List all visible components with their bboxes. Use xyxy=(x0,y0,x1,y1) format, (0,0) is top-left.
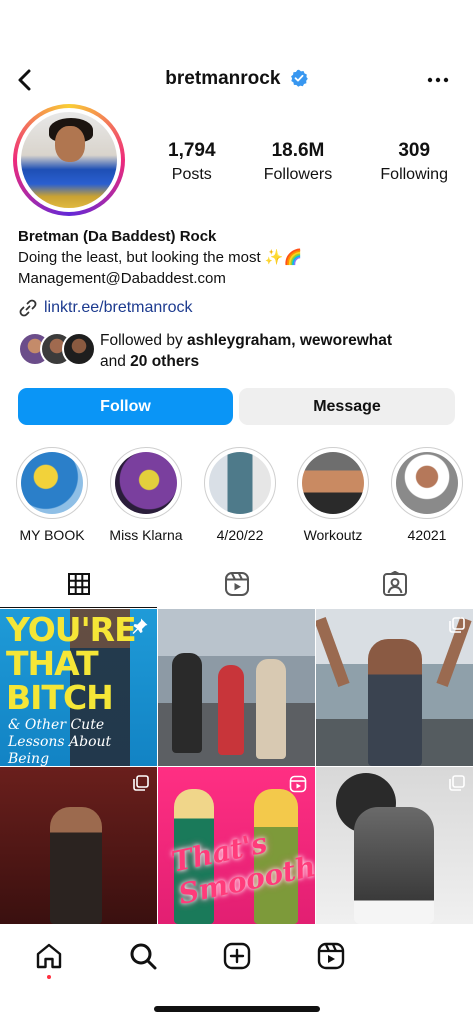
highlight-label: 42021 xyxy=(407,527,447,543)
follow-button[interactable]: Follow xyxy=(18,388,233,425)
post-thumbnail-6[interactable] xyxy=(316,767,473,924)
bio-line-2: Management@Dabaddest.com xyxy=(18,270,226,287)
profile-stats: 1,794 Posts 18.6M Followers 309 Followin… xyxy=(168,140,448,184)
profile-bio: Bretman (Da Baddest) Rock Doing the leas… xyxy=(18,226,458,289)
tab-posts-grid[interactable] xyxy=(0,560,157,608)
reels-icon xyxy=(317,942,345,970)
notification-dot xyxy=(47,975,51,979)
highlight-label: Workoutz xyxy=(303,527,363,543)
followers-label: Followers xyxy=(263,166,333,183)
post-figure xyxy=(256,659,286,759)
following-count: 309 xyxy=(398,140,431,161)
highlight-thumbnail xyxy=(302,452,364,514)
posts-label: Posts xyxy=(171,166,212,183)
profile-avatar xyxy=(21,112,117,208)
followed-by-users: ashleygraham, weworewhat xyxy=(187,332,393,349)
highlight-thumbnail xyxy=(115,452,177,514)
followers-stat[interactable]: 18.6M Followers xyxy=(264,140,332,184)
post-thumbnail-5[interactable]: That's Smoooth xyxy=(158,767,315,924)
highlight-ring xyxy=(204,447,276,519)
carousel-post-icon xyxy=(449,617,465,633)
tab-tagged[interactable] xyxy=(316,560,473,608)
nav-create[interactable] xyxy=(222,941,252,971)
reels-icon xyxy=(224,572,249,596)
grid-icon xyxy=(67,573,90,595)
highlight-thumbnail xyxy=(396,452,458,514)
highlight-thumbnail xyxy=(21,452,83,514)
post-thumbnail-2[interactable] xyxy=(158,609,315,766)
post-thumbnail-4[interactable] xyxy=(0,767,157,924)
pinned-post-icon xyxy=(132,618,148,634)
followed-by-and: and xyxy=(100,353,131,370)
highlight-thumbnail xyxy=(209,452,271,514)
more-options-button[interactable] xyxy=(425,68,451,92)
highlight-4-20-22[interactable]: 4/20/22 xyxy=(194,447,286,543)
verified-badge-icon xyxy=(290,69,308,87)
post-figure-arm xyxy=(316,617,350,687)
following-label: Following xyxy=(380,166,448,183)
profile-tabs xyxy=(0,560,473,608)
tagged-icon xyxy=(382,571,407,596)
active-tab-indicator xyxy=(0,606,157,608)
following-stat[interactable]: 309 Following xyxy=(380,140,448,184)
posts-stat[interactable]: 1,794 Posts xyxy=(168,140,216,184)
highlight-ring xyxy=(16,447,88,519)
highlight-my-book[interactable]: MY BOOK xyxy=(6,447,98,543)
post-figure xyxy=(354,807,434,924)
highlight-ring xyxy=(110,447,182,519)
followers-count: 18.6M xyxy=(271,140,325,161)
tab-reels[interactable] xyxy=(158,560,315,608)
reel-post-icon xyxy=(289,775,307,793)
followed-by-prefix: Followed by xyxy=(100,332,188,349)
nav-reels[interactable] xyxy=(316,941,346,971)
highlight-ring xyxy=(391,447,463,519)
mutual-avatar-3 xyxy=(62,332,96,366)
home-icon xyxy=(36,943,62,969)
bio-line-1: Doing the least, but looking the most ✨🌈 xyxy=(18,249,303,266)
search-icon xyxy=(130,943,157,970)
book-cover-subtitle: & Other Cute Lessons About Being Unapolo… xyxy=(8,717,112,766)
post-thumbnail-1[interactable]: YOU'RE THAT BITCH & Other Cute Lessons A… xyxy=(0,609,157,766)
highlight-label: Miss Klarna xyxy=(109,527,183,543)
home-indicator xyxy=(154,1006,320,1012)
profile-avatar-ring[interactable] xyxy=(13,104,125,216)
highlight-ring xyxy=(297,447,369,519)
followed-by-others: 20 others xyxy=(130,353,200,370)
profile-avatar-frame xyxy=(17,108,121,212)
link-icon xyxy=(19,299,37,317)
post-figure xyxy=(218,665,244,755)
carousel-post-icon xyxy=(449,775,465,791)
followed-by-text: Followed by ashleygraham, weworewhat and… xyxy=(100,330,392,372)
highlight-label: 4/20/22 xyxy=(216,527,264,543)
highlight-label: MY BOOK xyxy=(19,527,85,543)
create-post-icon xyxy=(223,942,251,970)
profile-link[interactable]: linktr.ee/bretmanrock xyxy=(18,298,193,318)
avatar-face xyxy=(55,126,85,162)
highlight-42021[interactable]: 42021 xyxy=(381,447,473,543)
posts-grid: YOU'RE THAT BITCH & Other Cute Lessons A… xyxy=(0,609,473,929)
profile-actions: Follow Message xyxy=(18,388,455,425)
post-figure xyxy=(368,639,422,766)
profile-username: bretmanrock xyxy=(165,68,281,89)
message-button[interactable]: Message xyxy=(239,388,455,425)
mutual-avatars xyxy=(18,332,96,366)
bottom-navigation xyxy=(0,929,473,989)
nav-home[interactable] xyxy=(34,941,64,979)
highlight-workoutz[interactable]: Workoutz xyxy=(287,447,379,543)
profile-header: bretmanrock xyxy=(0,68,473,90)
post-thumbnail-3[interactable] xyxy=(316,609,473,766)
nav-search[interactable] xyxy=(128,941,158,971)
story-highlights: MY BOOK Miss Klarna 4/20/22 Workoutz 420… xyxy=(0,447,473,547)
carousel-post-icon xyxy=(133,775,149,791)
followed-by-row[interactable]: Followed by ashleygraham, weworewhat and… xyxy=(18,330,458,374)
posts-count: 1,794 xyxy=(168,140,216,161)
profile-link-text: linktr.ee/bretmanrock xyxy=(44,299,193,316)
highlight-miss-klarna[interactable]: Miss Klarna xyxy=(100,447,192,543)
post-figure xyxy=(50,807,102,924)
top-bar: bretmanrock xyxy=(0,60,473,100)
post-figure xyxy=(172,653,202,753)
more-horizontal-icon xyxy=(427,77,449,83)
profile-display-name: Bretman (Da Baddest) Rock xyxy=(18,228,217,245)
